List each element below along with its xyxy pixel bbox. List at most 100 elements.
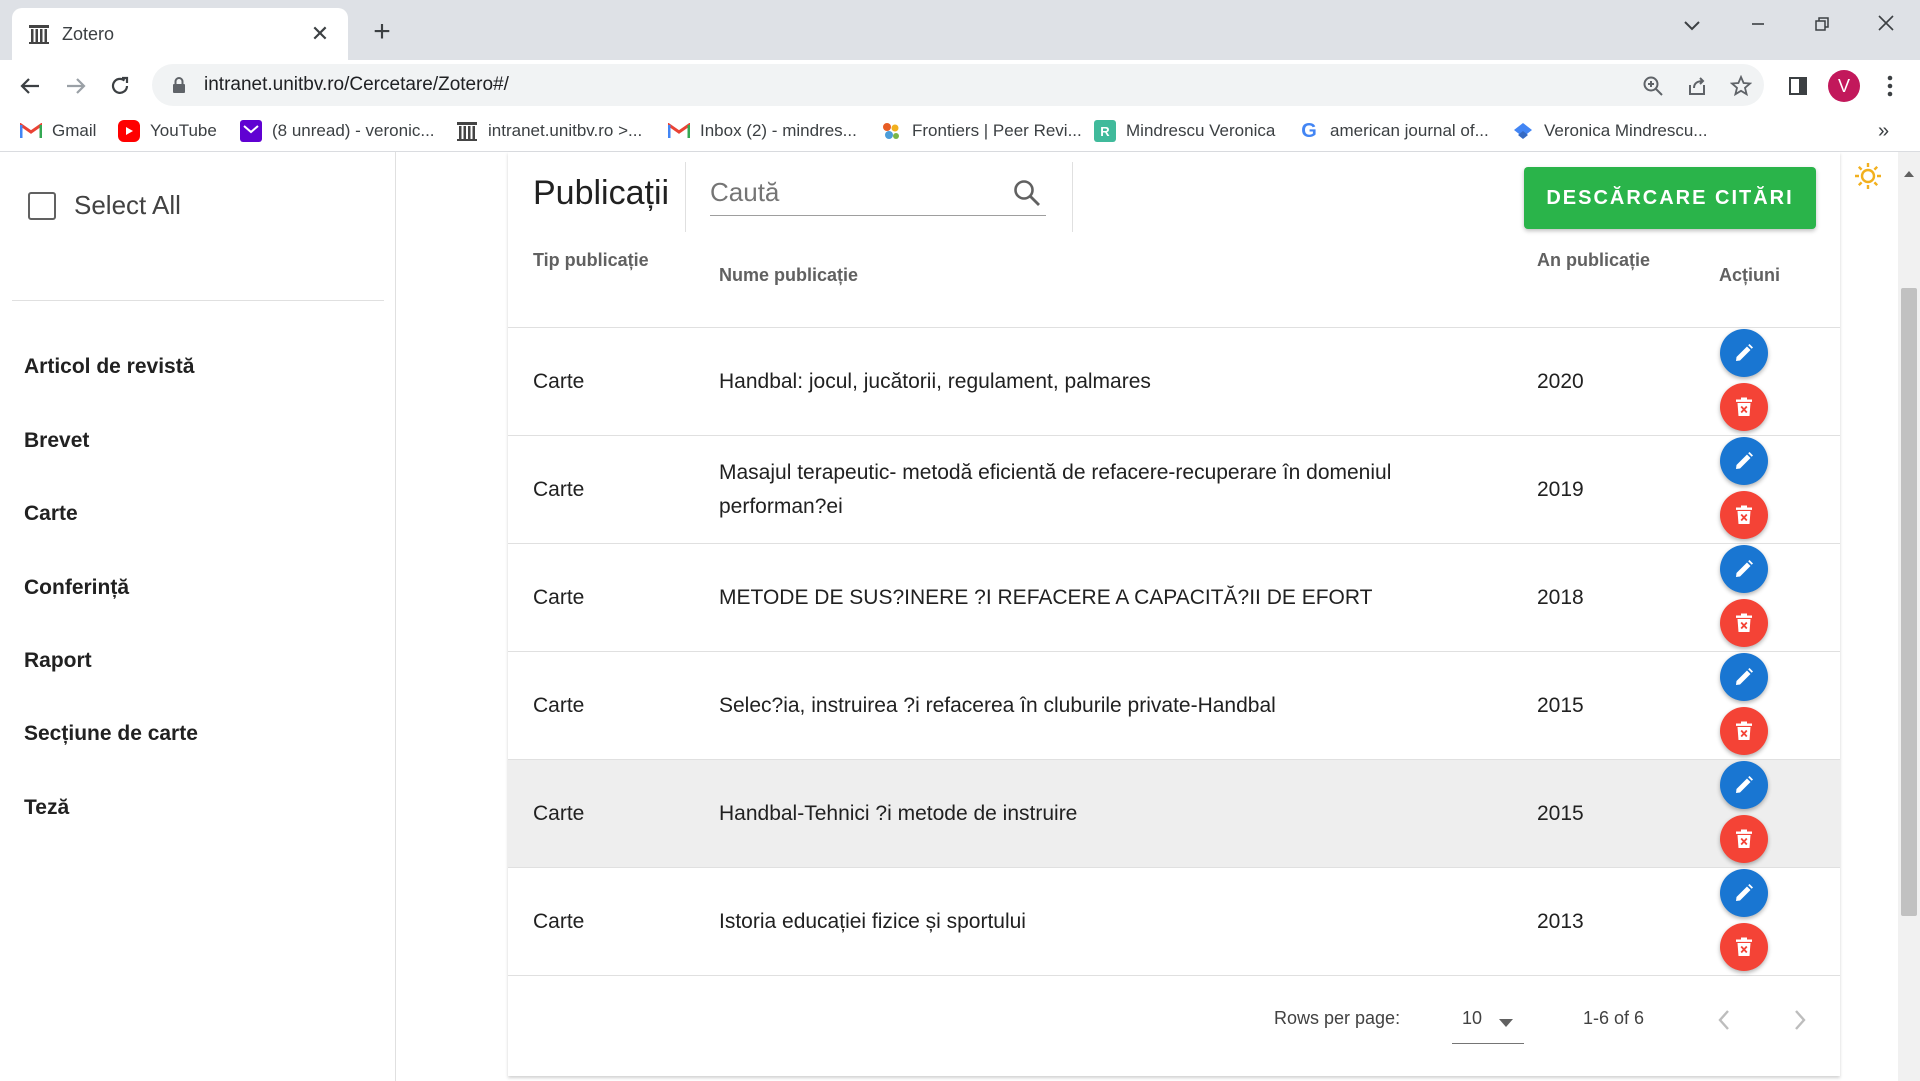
delete-button[interactable] — [1720, 707, 1768, 755]
page-content: Select All Articol de revistă Brevet Car… — [0, 152, 1920, 1081]
tab-close-icon[interactable]: ✕ — [308, 21, 332, 47]
back-icon[interactable] — [14, 70, 46, 102]
trash-icon — [1736, 505, 1752, 524]
search-icon[interactable] — [1012, 178, 1042, 208]
window-close-icon[interactable] — [1866, 12, 1906, 38]
theme-toggle-icon[interactable] — [1854, 162, 1882, 190]
delete-button[interactable] — [1720, 599, 1768, 647]
bookmark-label: intranet.unitbv.ro >... — [488, 121, 643, 140]
browser-menu-icon[interactable] — [1876, 72, 1904, 100]
bookmark-label: Mindrescu Veronica — [1126, 121, 1276, 140]
cell-type: Carte — [533, 802, 585, 825]
select-all-checkbox[interactable] — [28, 191, 56, 220]
table-row[interactable]: Carte Selec?ia, instruirea ?i refacerea … — [508, 652, 1840, 760]
address-bar[interactable]: intranet.unitbv.ro/Cercetare/Zotero#/ — [152, 64, 1764, 106]
browser-tab-zotero[interactable]: Zotero ✕ — [12, 8, 348, 60]
rows-per-page-select[interactable]: 10 — [1452, 998, 1524, 1044]
sidebar-item-conferinta[interactable]: Conferință — [24, 576, 129, 600]
more-bookmarks-icon[interactable]: » — [1878, 120, 1889, 143]
trash-icon — [1736, 829, 1752, 848]
edit-button[interactable] — [1720, 761, 1768, 809]
bookmark-gmail[interactable]: Gmail — [20, 120, 96, 142]
bookmark-youtube[interactable]: YouTube — [118, 120, 217, 142]
table-header: Tip publicație Nume publicație An public… — [508, 230, 1840, 328]
bookmark-frontiers[interactable]: Frontiers | Peer Revi... — [880, 120, 1082, 142]
bookmark-researchgate[interactable]: R Mindrescu Veronica — [1094, 120, 1275, 142]
column-header-year[interactable]: An publicație — [1537, 250, 1650, 271]
gmail-icon — [20, 120, 42, 142]
scroll-thumb[interactable] — [1901, 288, 1917, 916]
search-field[interactable] — [710, 172, 1046, 216]
sidebar-item-teza[interactable]: Teză — [24, 796, 69, 820]
new-tab-icon[interactable]: + — [364, 14, 400, 50]
trash-icon — [1736, 613, 1752, 632]
table-row[interactable]: Carte Handbal-Tehnici ?i metode de instr… — [508, 760, 1840, 868]
sidebar-item-raport[interactable]: Raport — [24, 649, 92, 673]
next-page-icon[interactable] — [1793, 1009, 1807, 1031]
delete-button[interactable] — [1720, 815, 1768, 863]
table-row[interactable]: Carte Istoria educației fizice și sportu… — [508, 868, 1840, 976]
sidebar-divider — [12, 300, 384, 301]
edit-button[interactable] — [1720, 869, 1768, 917]
cell-type: Carte — [533, 370, 585, 393]
google-icon: G — [1301, 119, 1317, 142]
bookmark-yahoo-mail[interactable]: (8 unread) - veronic... — [240, 120, 435, 142]
reload-icon[interactable] — [104, 70, 136, 102]
sidebar-item-carte[interactable]: Carte — [24, 502, 78, 526]
select-all[interactable]: Select All — [28, 190, 181, 221]
sidebar-item-brevet[interactable]: Brevet — [24, 429, 89, 453]
zoom-icon[interactable] — [1640, 73, 1666, 99]
cell-type: Carte — [533, 694, 585, 717]
tab-search-chevron-icon[interactable] — [1672, 12, 1712, 38]
previous-page-icon[interactable] — [1717, 1009, 1731, 1031]
restore-icon[interactable] — [1802, 12, 1842, 38]
header-separator — [685, 162, 686, 232]
unitbv-icon — [456, 120, 478, 142]
table-row[interactable]: Carte Handbal: jocul, jucătorii, regulam… — [508, 328, 1840, 436]
url-text: intranet.unitbv.ro/Cercetare/Zotero#/ — [204, 74, 509, 95]
edit-button[interactable] — [1720, 329, 1768, 377]
cell-year: 2019 — [1537, 478, 1584, 501]
bookmark-intranet[interactable]: intranet.unitbv.ro >... — [456, 120, 642, 142]
download-citations-button[interactable]: DESCĂRCARE CITĂRI — [1524, 167, 1816, 229]
bookmark-star-icon[interactable] — [1728, 73, 1754, 99]
lock-icon[interactable] — [170, 76, 188, 94]
gmail-icon — [668, 120, 690, 142]
header-separator — [1072, 162, 1073, 232]
edit-button[interactable] — [1720, 545, 1768, 593]
edit-button[interactable] — [1720, 437, 1768, 485]
table-row[interactable]: Carte Masajul terapeutic- metodă eficien… — [508, 436, 1840, 544]
bookmark-google[interactable]: G american journal of... — [1298, 120, 1489, 142]
table-pagination: Rows per page: 10 1-6 of 6 — [508, 978, 1840, 1076]
column-header-name[interactable]: Nume publicație — [719, 265, 858, 286]
share-icon[interactable] — [1684, 73, 1710, 99]
card-header: Publicații DESCĂRCARE CITĂRI — [508, 152, 1840, 232]
minimize-icon[interactable] — [1738, 12, 1778, 38]
cell-year: 2018 — [1537, 586, 1584, 609]
scholar-icon — [1512, 120, 1534, 142]
bookmark-scholar[interactable]: Veronica Mindrescu... — [1512, 120, 1707, 142]
bookmark-label: (8 unread) - veronic... — [272, 121, 435, 140]
cell-name: Handbal: jocul, jucătorii, regulament, p… — [719, 370, 1151, 393]
cell-name: Selec?ia, instruirea ?i refacerea în clu… — [719, 694, 1276, 717]
side-panel-icon[interactable] — [1784, 72, 1812, 100]
profile-avatar[interactable]: V — [1828, 70, 1860, 102]
table-row[interactable]: Carte METODE DE SUS?INERE ?I REFACERE A … — [508, 544, 1840, 652]
search-input[interactable] — [710, 172, 1000, 212]
sidebar-item-sectiune-de-carte[interactable]: Secțiune de carte — [24, 722, 198, 746]
edit-button[interactable] — [1720, 653, 1768, 701]
bookmark-label: Inbox (2) - mindres... — [700, 121, 857, 140]
delete-button[interactable] — [1720, 923, 1768, 971]
bookmark-inbox[interactable]: Inbox (2) - mindres... — [668, 120, 857, 142]
delete-button[interactable] — [1720, 383, 1768, 431]
delete-button[interactable] — [1720, 491, 1768, 539]
cell-year: 2015 — [1537, 802, 1584, 825]
rows-per-page-label: Rows per page: — [1274, 1008, 1401, 1028]
forward-icon[interactable] — [60, 70, 92, 102]
researchgate-icon: R — [1094, 120, 1116, 142]
scroll-up-icon[interactable] — [1903, 170, 1915, 178]
column-header-type[interactable]: Tip publicație — [533, 250, 649, 271]
sidebar-item-articol-de-revista[interactable]: Articol de revistă — [24, 355, 194, 379]
page-scrollbar[interactable] — [1898, 152, 1920, 1081]
rows-per-page-value: 10 — [1462, 1008, 1483, 1028]
